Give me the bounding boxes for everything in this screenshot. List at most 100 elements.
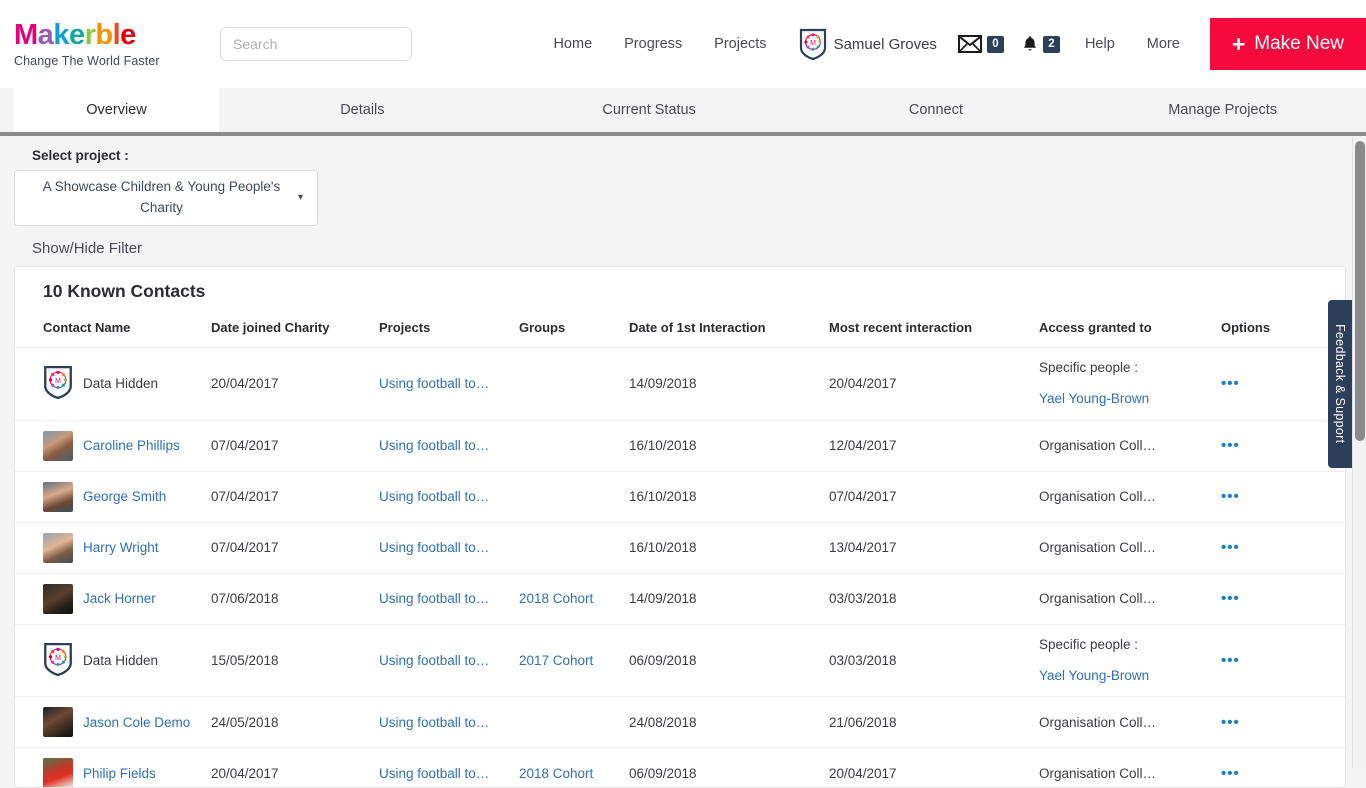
row-options-menu-icon[interactable]: ••• [1221, 590, 1240, 607]
cell-project-link[interactable]: Using football to… [379, 420, 519, 471]
cell-options: ••• [1221, 624, 1345, 697]
cell-recent-interaction: 13/04/2017 [829, 522, 1039, 573]
cell-date-joined: 07/04/2017 [211, 471, 379, 522]
bell-icon [1022, 35, 1038, 53]
col-options: Options [1221, 302, 1345, 348]
plus-icon: + [1232, 33, 1245, 56]
contact-name-link[interactable]: George Smith [83, 489, 166, 504]
contacts-table-body: MData Hidden20/04/2017Using football to…… [15, 348, 1345, 788]
table-row[interactable]: MData Hidden15/05/2018Using football to…… [15, 624, 1345, 697]
col-first-interaction[interactable]: Date of 1st Interaction [629, 302, 829, 348]
cell-date-joined: 15/05/2018 [211, 624, 379, 697]
scrollbar-thumb[interactable] [1355, 141, 1365, 441]
contact-name-link[interactable]: Jack Horner [83, 591, 156, 606]
brand-letter: a [38, 19, 54, 51]
cell-group-link-text[interactable]: 2017 Cohort [519, 653, 593, 668]
cell-project-link[interactable]: Using football to… [379, 697, 519, 748]
cell-project-link-text[interactable]: Using football to… [379, 591, 489, 606]
cell-group-link [519, 471, 629, 522]
row-options-menu-icon[interactable]: ••• [1221, 437, 1240, 454]
avatar [43, 584, 73, 614]
messages-button[interactable]: 0 [949, 35, 1013, 53]
cell-project-link[interactable]: Using football to… [379, 573, 519, 624]
access-person-link[interactable]: Yael Young-Brown [1039, 666, 1221, 686]
cell-project-link[interactable]: Using football to… [379, 522, 519, 573]
col-date-joined[interactable]: Date joined Charity [211, 302, 379, 348]
cell-project-link-text[interactable]: Using football to… [379, 715, 489, 730]
cell-project-link[interactable]: Using football to… [379, 624, 519, 697]
svg-text:M: M [55, 655, 61, 662]
feedback-support-tab[interactable]: Feedback & Support [1328, 300, 1352, 468]
project-select-dropdown[interactable]: A Showcase Children & Young People's Cha… [14, 170, 318, 226]
access-label: Specific people : [1039, 360, 1138, 375]
col-projects[interactable]: Projects [379, 302, 519, 348]
cell-group-link [519, 348, 629, 421]
tab-manage-projects[interactable]: Manage Projects [1079, 88, 1366, 132]
table-row[interactable]: Jason Cole Demo24/05/2018Using football … [15, 697, 1345, 748]
page-scrollbar[interactable] [1352, 137, 1366, 768]
makerble-shield-icon: M [43, 365, 73, 402]
notifications-button[interactable]: 2 [1013, 35, 1069, 53]
svg-text:M: M [55, 378, 61, 385]
col-access-granted[interactable]: Access granted to [1039, 302, 1221, 348]
table-header-row: Contact Name Date joined Charity Project… [15, 302, 1345, 348]
brand-letter: M [14, 19, 38, 51]
cell-options: ••• [1221, 420, 1345, 471]
brand-logo[interactable]: Makerble Change The World Faster [14, 21, 190, 68]
cell-recent-interaction: 12/04/2017 [829, 420, 1039, 471]
cell-project-link-text[interactable]: Using football to… [379, 489, 489, 504]
nav-item-help[interactable]: Help [1069, 36, 1131, 52]
nav-item-home[interactable]: Home [537, 36, 608, 52]
table-row[interactable]: Jack Horner07/06/2018Using football to…2… [15, 573, 1345, 624]
contacts-table-head: Contact Name Date joined Charity Project… [15, 302, 1345, 348]
nav-item-projects[interactable]: Projects [698, 36, 782, 52]
section-tabs: Overview Details Current Status Connect … [0, 88, 1366, 136]
cell-project-link[interactable]: Using football to… [379, 471, 519, 522]
cell-recent-interaction: 07/04/2017 [829, 471, 1039, 522]
cell-group-link-text[interactable]: 2018 Cohort [519, 591, 593, 606]
col-contact-name[interactable]: Contact Name [15, 302, 211, 348]
row-options-menu-icon[interactable]: ••• [1221, 714, 1240, 731]
col-recent-interaction[interactable]: Most recent interaction [829, 302, 1039, 348]
tab-current-status[interactable]: Current Status [506, 88, 793, 132]
cell-project-link-text[interactable]: Using football to… [379, 438, 489, 453]
row-options-menu-icon[interactable]: ••• [1221, 539, 1240, 556]
row-options-menu-icon[interactable]: ••• [1221, 652, 1240, 669]
table-row[interactable]: Harry Wright07/04/2017Using football to…… [15, 522, 1345, 573]
nav-item-more[interactable]: More [1131, 36, 1196, 52]
cell-contact-name: MData Hidden [15, 624, 211, 697]
contact-name-link[interactable]: Caroline Phillips [83, 438, 180, 453]
row-options-menu-icon[interactable]: ••• [1221, 765, 1240, 782]
cell-options: ••• [1221, 522, 1345, 573]
col-groups[interactable]: Groups [519, 302, 629, 348]
contact-name-cell: Caroline Phillips [43, 431, 211, 461]
cell-group-link[interactable]: 2017 Cohort [519, 624, 629, 697]
row-options-menu-icon[interactable]: ••• [1221, 375, 1240, 392]
contact-name-link[interactable]: Harry Wright [83, 540, 159, 555]
user-menu[interactable]: M Samuel Groves [783, 28, 949, 60]
make-new-button[interactable]: + Make New [1210, 18, 1366, 70]
table-row[interactable]: Caroline Phillips07/04/2017Using footbal… [15, 420, 1345, 471]
tab-details[interactable]: Details [219, 88, 506, 132]
access-person-link[interactable]: Yael Young-Brown [1039, 389, 1221, 409]
brand-wordmark: Makerble [14, 21, 190, 50]
contact-name-cell: MData Hidden [43, 642, 211, 679]
tab-overview[interactable]: Overview [14, 88, 219, 132]
brand-letter: e [69, 19, 85, 51]
show-hide-filter-toggle[interactable]: Show/Hide Filter [32, 240, 1352, 257]
cell-project-link[interactable]: Using football to… [379, 348, 519, 421]
cell-group-link[interactable]: 2018 Cohort [519, 573, 629, 624]
cell-contact-name: Jason Cole Demo [15, 697, 211, 748]
cell-project-link-text[interactable]: Using football to… [379, 653, 489, 668]
nav-item-progress[interactable]: Progress [608, 36, 698, 52]
cell-options: ••• [1221, 573, 1345, 624]
tab-connect[interactable]: Connect [793, 88, 1080, 132]
row-options-menu-icon[interactable]: ••• [1221, 488, 1240, 505]
cell-access-granted: Organisation Coll… [1039, 471, 1221, 522]
table-row[interactable]: George Smith07/04/2017Using football to…… [15, 471, 1345, 522]
contact-name-link[interactable]: Jason Cole Demo [83, 715, 190, 730]
search-input[interactable] [220, 27, 412, 61]
table-row[interactable]: MData Hidden20/04/2017Using football to…… [15, 348, 1345, 421]
cell-project-link-text[interactable]: Using football to… [379, 376, 489, 391]
cell-project-link-text[interactable]: Using football to… [379, 540, 489, 555]
